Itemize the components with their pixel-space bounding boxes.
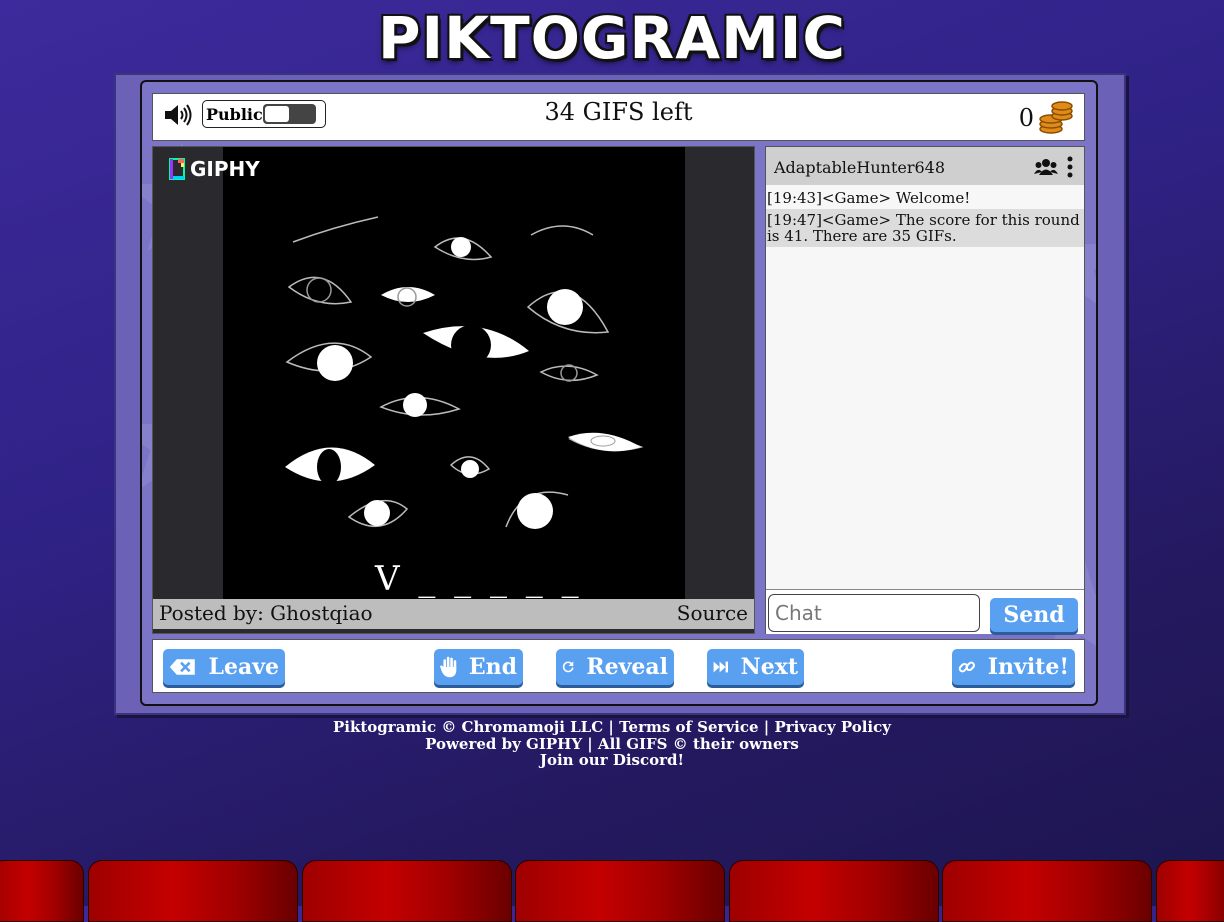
chat-message: [19:47]<Game> The score for this round i… (766, 209, 1084, 247)
redo-icon (562, 661, 574, 673)
eyes-gif-drawing (285, 216, 644, 529)
chat-input-row: Send (766, 589, 1084, 634)
giphy-mark-icon (169, 158, 185, 180)
invite-button[interactable]: Invite! (952, 649, 1075, 685)
theater-seat (88, 860, 298, 922)
next-label: Next (740, 654, 798, 680)
theater-seat (942, 860, 1152, 922)
game-top-bar: Public 34 GIFS left 0 (152, 93, 1085, 141)
theater-seat (302, 860, 512, 922)
chat-panel: AdaptableHunter648 [19:43]<Game> Welcome… (765, 146, 1085, 634)
footer-separator: | (758, 718, 775, 736)
giphy-label: GIPHY (190, 157, 260, 181)
discord-link[interactable]: Join our Discord! (540, 751, 684, 769)
reveal-label: Reveal (586, 654, 668, 680)
caption-bar: Posted by: Ghostqiao Source (153, 599, 754, 629)
piktogramic-logo: PIKTOGRAMIC (378, 4, 846, 72)
powered-by-text: Powered by GIPHY | All GIFS © their owne… (425, 734, 799, 753)
users-icon[interactable] (1034, 158, 1058, 176)
public-switch[interactable] (263, 104, 316, 124)
leave-label: Leave (208, 654, 279, 680)
word-hint: V _ _ _ _ _ (375, 559, 583, 599)
gif-panel: GIPHY V _ _ _ _ _ Posted by: Ghostqiao S… (152, 146, 755, 634)
chat-log: [19:43]<Game> Welcome! [19:47]<Game> The… (766, 187, 1084, 247)
theater-seat (0, 860, 84, 922)
public-label: Public (206, 105, 263, 124)
footer-separator: | (603, 718, 620, 736)
reveal-button[interactable]: Reveal (556, 649, 674, 685)
copyright-text: Piktogramic © Chromamoji LLC (333, 718, 604, 736)
source-link[interactable]: Source (677, 601, 748, 625)
chat-message: [19:43]<Game> Welcome! (767, 189, 971, 207)
leave-button[interactable]: Leave (163, 649, 285, 685)
invite-label: Invite! (987, 654, 1069, 680)
theater-seat (1156, 860, 1224, 922)
link-icon (958, 661, 976, 673)
chat-header: AdaptableHunter648 (766, 147, 1084, 185)
chat-input[interactable] (768, 594, 980, 632)
switch-knob (265, 106, 289, 122)
public-toggle[interactable]: Public (202, 100, 326, 128)
terms-of-service-link[interactable]: Terms of Service (619, 718, 758, 736)
coins-count: 0 (1018, 104, 1034, 132)
gif-image (223, 147, 685, 603)
backspace-icon (169, 659, 195, 675)
game-controls-bar: Leave End Reveal Next Invite! (152, 639, 1085, 693)
hand-stop-icon (440, 656, 457, 678)
coin-stack-icon (1039, 101, 1073, 134)
speaker-icon[interactable] (163, 102, 193, 128)
privacy-policy-link[interactable]: Privacy Policy (774, 718, 891, 736)
theater-seat (729, 860, 939, 922)
end-button[interactable]: End (434, 649, 523, 685)
fast-forward-icon (713, 661, 729, 673)
giphy-logo: GIPHY (169, 157, 260, 181)
theater-seat (515, 860, 725, 922)
next-button[interactable]: Next (707, 649, 804, 685)
posted-by-text: Posted by: Ghostqiao (159, 601, 373, 625)
footer: Piktogramic © Chromamoji LLC | Terms of … (0, 719, 1224, 769)
send-button[interactable]: Send (990, 598, 1078, 632)
more-vertical-icon[interactable] (1066, 156, 1074, 178)
end-label: End (468, 654, 517, 680)
chat-username: AdaptableHunter648 (774, 158, 946, 177)
